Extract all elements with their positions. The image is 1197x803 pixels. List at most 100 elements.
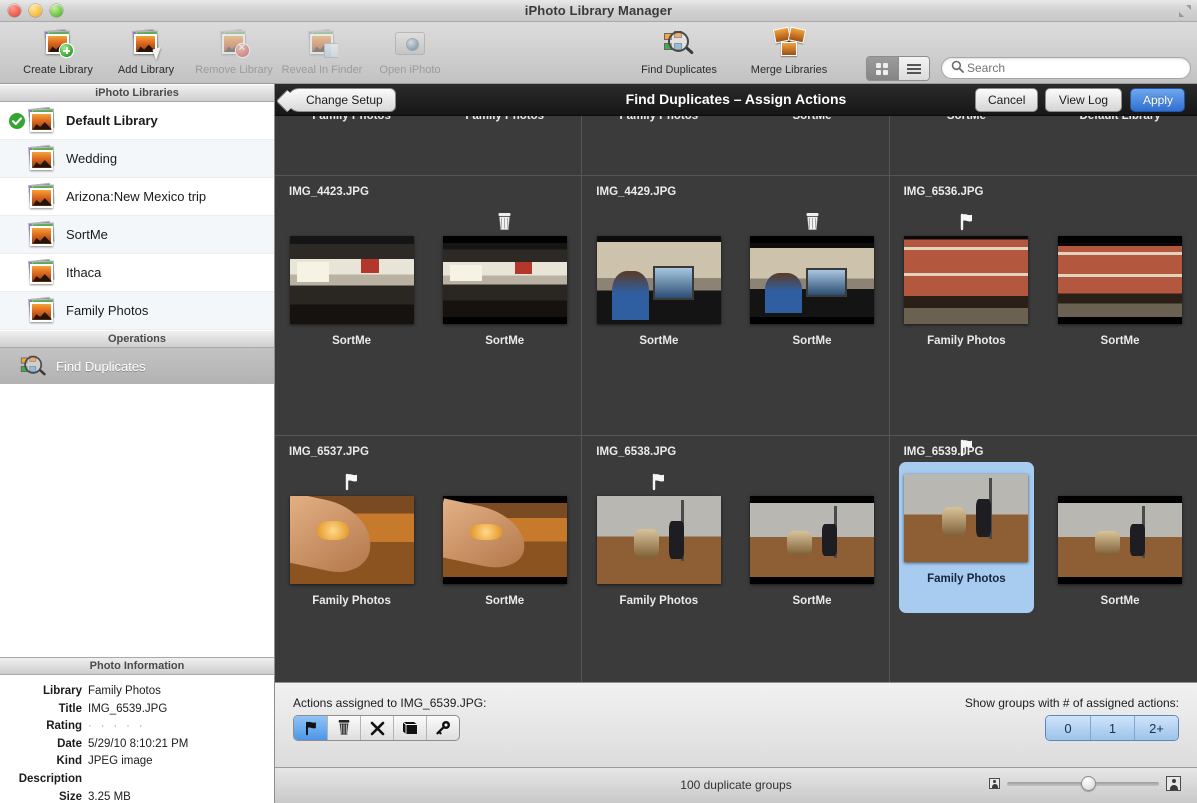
sidebar-item-ithaca[interactable]: Ithaca xyxy=(0,254,274,292)
large-thumbnail-icon[interactable] xyxy=(1166,776,1181,791)
assign-trash-button[interactable] xyxy=(327,716,360,740)
photo-thumbnail[interactable] xyxy=(289,236,414,324)
duplicate-group-cell[interactable]: IMG_6538.JPG Family Photos SortMe xyxy=(582,436,890,696)
remove-library-icon xyxy=(216,28,252,60)
duplicate-group-cell[interactable]: IMG_6539.JPG Family Photos SortMe xyxy=(889,436,1197,696)
title-bar: iPhoto Library Manager xyxy=(0,0,1197,22)
apply-button[interactable]: Apply xyxy=(1130,88,1185,112)
photo-thumbnail[interactable] xyxy=(1058,496,1183,584)
change-setup-button[interactable]: Change Setup xyxy=(287,88,396,112)
assign-remove-button[interactable] xyxy=(360,716,393,740)
photo-info-value: JPEG image xyxy=(88,755,153,768)
duplicate-group-cell[interactable]: Family Photos SortMe xyxy=(582,116,890,176)
sidebar-empty-area xyxy=(0,384,274,472)
photo-thumbnail[interactable] xyxy=(904,474,1029,562)
photo-thumbnail[interactable] xyxy=(750,236,874,324)
photo-info-key: Library xyxy=(43,685,82,697)
thumbnail-label: Family Photos xyxy=(619,116,699,122)
photo-info-key: Rating xyxy=(46,720,82,733)
photo-thumbnail[interactable] xyxy=(596,496,721,584)
sidebar-item-sortme[interactable]: SortMe xyxy=(0,216,274,254)
toolbar-create-library[interactable]: Create Library xyxy=(14,25,102,76)
thumbnail-size-slider[interactable] xyxy=(1007,775,1159,791)
fullscreen-icon[interactable] xyxy=(1177,3,1193,19)
view-mode-grid-button[interactable] xyxy=(867,57,898,80)
photo-thumbnail[interactable] xyxy=(442,496,567,584)
assign-flag-button[interactable] xyxy=(294,716,327,740)
view-mode-list-button[interactable] xyxy=(897,57,929,80)
key-icon xyxy=(436,721,450,735)
slider-knob[interactable] xyxy=(1081,775,1096,791)
photo-info-row: Size 3.25 MB xyxy=(6,789,268,803)
assigned-action-slot[interactable] xyxy=(497,208,512,236)
sidebar-item-arizona-new-mexico-trip[interactable]: Arizona:New Mexico trip xyxy=(0,178,274,216)
duplicate-group-cell[interactable]: IMG_4423.JPG SortMe SortMe xyxy=(275,176,583,436)
duplicate-group-cell[interactable]: IMG_6537.JPG Family Photos SortMe xyxy=(275,436,583,696)
duplicate-group-cell[interactable]: IMG_6536.JPG Family Photos SortMe xyxy=(889,176,1197,436)
toolbar-item-label: Reveal In Finder xyxy=(281,64,363,76)
assigned-action-slot[interactable] xyxy=(650,468,667,496)
assigned-action-slot[interactable] xyxy=(805,208,820,236)
photo-info-key: Size xyxy=(58,790,82,803)
duplicate-group-cell[interactable]: IMG_4429.JPG SortMe SortMe xyxy=(582,176,890,436)
sidebar-item-label: SortMe xyxy=(66,227,108,242)
open-iphoto-icon xyxy=(392,28,428,60)
filter-option-2plus[interactable]: 2+ xyxy=(1134,716,1178,740)
view-mode-segmented-control[interactable] xyxy=(866,56,930,81)
photo-thumbnail[interactable] xyxy=(1058,236,1183,324)
small-thumbnail-icon[interactable] xyxy=(989,778,1000,789)
thumbnail-label: Family Photos xyxy=(312,116,391,122)
app-window: iPhoto Library Manager Create Library Ad… xyxy=(0,0,1197,803)
filter-option-1[interactable]: 1 xyxy=(1090,716,1134,740)
thumbnail-library-label: Family Photos xyxy=(927,573,1006,585)
duplicate-group-cell[interactable]: SortMe Default Library xyxy=(889,116,1197,176)
duplicate-photo-item[interactable]: SortMe xyxy=(591,202,726,353)
photo-thumbnail[interactable] xyxy=(750,496,874,584)
duplicate-photo-item[interactable]: SortMe xyxy=(437,202,572,353)
duplicate-photo-item[interactable]: SortMe xyxy=(284,202,419,353)
sidebar-item-family-photos[interactable]: Family Photos xyxy=(0,292,274,330)
duplicate-photo-item[interactable]: SortMe xyxy=(1053,462,1188,613)
duplicate-photo-item[interactable]: Family Photos xyxy=(899,202,1034,353)
group-title: IMG_4429.JPG xyxy=(596,186,677,198)
duplicate-photo-item[interactable]: SortMe xyxy=(745,462,880,613)
toolbar-merge-libraries[interactable]: Merge Libraries xyxy=(734,25,844,76)
assign-key-button[interactable] xyxy=(426,716,459,740)
duplicate-photo-item[interactable]: SortMe xyxy=(437,462,572,613)
sidebar-item-label: Default Library xyxy=(66,113,158,128)
view-log-button[interactable]: View Log xyxy=(1045,88,1122,112)
photo-thumbnail[interactable] xyxy=(289,496,414,584)
cancel-button[interactable]: Cancel xyxy=(975,88,1038,112)
assigned-action-slot[interactable] xyxy=(899,434,1034,462)
sidebar-item-default-library[interactable]: Default Library xyxy=(0,102,274,140)
duplicate-photo-item[interactable]: Family Photos xyxy=(591,462,726,613)
toolbar-add-library[interactable]: Add Library xyxy=(102,25,190,76)
thumbnail-library-label: SortMe xyxy=(1100,595,1140,607)
photo-thumbnail[interactable] xyxy=(596,236,721,324)
filter-option-0[interactable]: 0 xyxy=(1046,716,1090,740)
toolbar-reveal-in-finder[interactable]: Reveal In Finder xyxy=(278,25,366,76)
sidebar-item-wedding[interactable]: Wedding xyxy=(0,140,274,178)
search-input[interactable] xyxy=(967,61,1167,75)
sidebar-item-find-duplicates[interactable]: Find Duplicates xyxy=(0,348,274,384)
toolbar-item-label: Add Library xyxy=(117,64,175,76)
assigned-action-slot[interactable] xyxy=(343,468,360,496)
duplicate-group-cell[interactable]: Family Photos Family Photos xyxy=(275,116,583,176)
photo-thumbnail[interactable] xyxy=(904,236,1029,324)
duplicate-photo-item-selected[interactable]: Family Photos xyxy=(898,439,1034,613)
toolbar-find-duplicates[interactable]: Find Duplicates xyxy=(624,25,734,76)
action-buttons-group[interactable] xyxy=(293,715,460,741)
group-filter-segmented-control[interactable]: 0 1 2+ xyxy=(1045,715,1179,741)
toolbar-open-iphoto[interactable]: Open iPhoto xyxy=(366,25,454,76)
photo-thumbnail[interactable] xyxy=(442,236,567,324)
thumbnail-size-control[interactable] xyxy=(989,775,1181,791)
duplicate-groups-grid[interactable]: Family Photos Family Photos Family Photo… xyxy=(275,116,1197,767)
duplicate-photo-item[interactable]: SortMe xyxy=(745,202,880,353)
duplicate-photo-item[interactable]: SortMe xyxy=(1053,202,1188,353)
search-field[interactable] xyxy=(941,57,1191,79)
sidebar-item-label: Arizona:New Mexico trip xyxy=(66,189,207,204)
toolbar-remove-library[interactable]: Remove Library xyxy=(190,25,278,76)
assigned-action-slot[interactable] xyxy=(958,208,975,236)
duplicate-photo-item[interactable]: Family Photos xyxy=(284,462,419,613)
assign-album-button[interactable] xyxy=(393,716,426,740)
